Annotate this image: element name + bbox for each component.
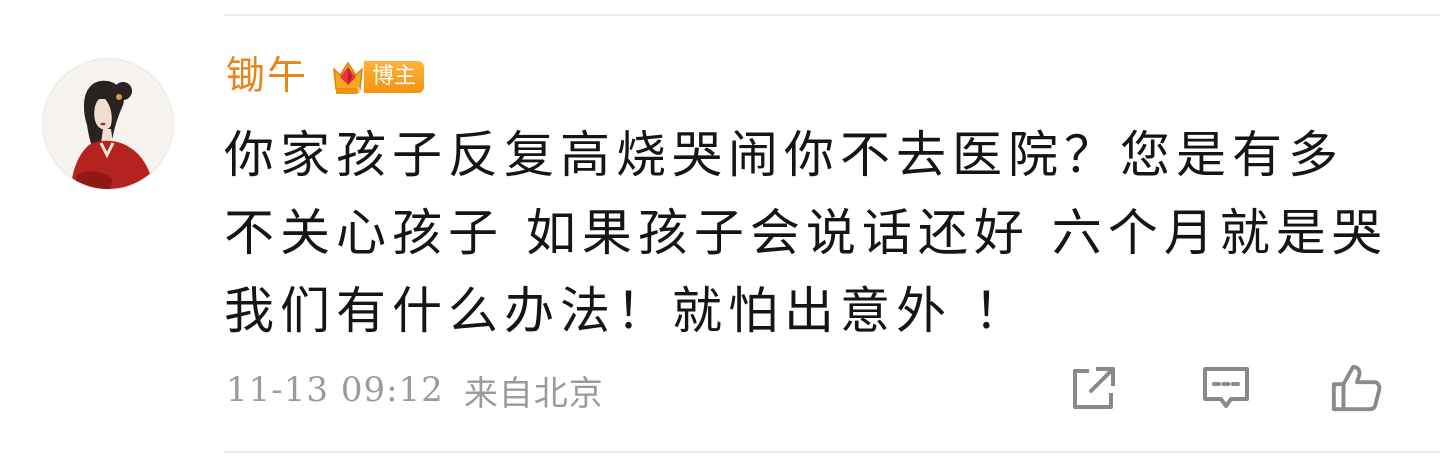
like-button[interactable] [1330, 362, 1382, 414]
bottom-divider [224, 451, 1440, 453]
author-name[interactable]: 锄午 [226, 52, 308, 102]
share-button[interactable] [1068, 362, 1120, 414]
author-row: 锄午 1 博主 [226, 52, 425, 102]
reply-button[interactable] [1200, 362, 1252, 414]
location: 来自北京 [463, 373, 604, 414]
comment-text: 你家孩子反复高烧哭闹你不去医院？您是有多不关心孩子 如果孩子会说话还好 六个月就… [224, 126, 1388, 340]
share-icon [1073, 367, 1115, 409]
avatar-illustration [43, 59, 173, 189]
crown-icon: 1 [333, 61, 363, 97]
timestamp: 11-13 09:12 [226, 370, 444, 410]
comment-icon [1203, 367, 1249, 408]
comment-meta: 11-13 09:12 来自北京 [226, 364, 604, 416]
badge-label: 博主 [364, 61, 425, 93]
avatar[interactable] [42, 58, 174, 190]
svg-text:1: 1 [356, 87, 362, 97]
blogger-badge: 1 博主 [330, 57, 425, 97]
thumbs-up-icon [1331, 364, 1382, 412]
top-divider [224, 14, 1440, 16]
